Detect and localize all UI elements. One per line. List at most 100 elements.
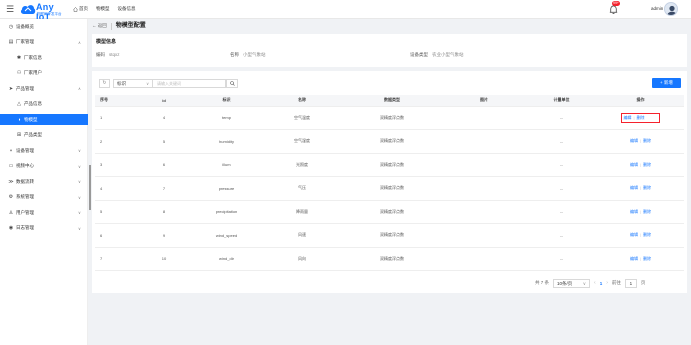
cell-image <box>442 223 526 248</box>
cell-unit: -- <box>526 247 597 271</box>
cell-data-type: 双精度浮点数 <box>342 106 442 130</box>
col-header-image: 图片 <box>442 95 526 107</box>
sidebar-item[interactable]: ◷ 设备概览 <box>0 21 88 32</box>
cell-image <box>442 106 526 130</box>
cell-name: 光照度 <box>262 153 342 177</box>
add-button[interactable]: + 新增 <box>652 78 681 88</box>
cell-image <box>442 200 526 224</box>
top-nav-home[interactable]: 首页 <box>73 5 88 13</box>
sidebar-item-label: 日志管理 <box>16 225 34 230</box>
edit-button[interactable]: 编辑 <box>630 162 638 167</box>
cell-unit: -- <box>526 106 597 130</box>
cell-unit: -- <box>526 176 597 201</box>
cell-image <box>442 153 526 177</box>
top-nav: 首页 物模型 设备信息 <box>73 5 136 13</box>
page-number-current[interactable]: 1 <box>600 281 603 286</box>
sidebar-item-label: 用户管理 <box>16 209 34 215</box>
sidebar-item[interactable]: ⊞ 产品类型 <box>0 130 88 141</box>
search-field-select[interactable]: 标识 ∨ <box>113 79 153 88</box>
cell-index: 6 <box>95 223 137 248</box>
sidebar-item[interactable]: ▭ 视频中心 ∨ <box>0 161 88 172</box>
cell-identifier: precipitation <box>191 200 262 224</box>
cell-id: 8 <box>137 200 191 224</box>
sidebar-item[interactable]: ◑ 物模型 <box>0 114 88 125</box>
cell-index: 7 <box>95 247 137 271</box>
chevron-down-icon: ∨ <box>582 280 587 286</box>
sidebar-item-label: 厂家管理 <box>16 39 34 44</box>
row-actions: 编辑 | 删除 <box>630 162 651 167</box>
action-divider: | <box>639 185 642 191</box>
table-row: 6 9 wind_speed 风速 双精度浮点数 -- 编辑 | 删除 <box>95 223 684 248</box>
delete-button[interactable]: 删除 <box>643 185 651 190</box>
goto-page-input[interactable]: 1 <box>624 278 637 288</box>
table-row: 3 6 illum 光照度 双精度浮点数 -- 编辑 | 删除 <box>95 153 684 177</box>
search-button[interactable] <box>226 79 238 88</box>
highlight-box: 编辑 | 删除 <box>621 112 660 123</box>
table-row: 2 5 humidity 空气湿度 双精度浮点数 -- 编辑 | 删除 <box>95 129 684 154</box>
edit-button[interactable]: 编辑 <box>630 232 638 237</box>
next-page-button[interactable]: › <box>606 280 608 286</box>
cell-actions: 编辑 | 删除 <box>597 129 684 154</box>
cell-data-type: 双精度浮点数 <box>342 200 442 224</box>
factory-icon: ▤ <box>8 39 14 45</box>
sidebar-item[interactable]: ✱ 厂家信息 <box>0 52 88 63</box>
name-value: 小型气象站 <box>243 52 266 57</box>
menu-toggle-icon[interactable]: ☰ <box>6 4 14 14</box>
edit-button[interactable]: 编辑 <box>630 256 638 261</box>
sidebar-item[interactable]: ⚙ 系统管理 ∨ <box>0 192 88 203</box>
delete-button[interactable]: 删除 <box>643 232 651 237</box>
delete-button[interactable]: 删除 <box>637 115 645 120</box>
refresh-button[interactable]: ↻ <box>99 79 110 88</box>
user-icon: ⚇ <box>16 70 22 76</box>
goto-label: 前往 <box>611 280 621 285</box>
col-header-unit: 计量单位 <box>526 95 597 107</box>
delete-button[interactable]: 删除 <box>643 138 651 143</box>
triangle-icon: △ <box>17 101 21 107</box>
cell-unit: -- <box>526 200 597 224</box>
sidebar-scrollbar[interactable] <box>89 165 91 210</box>
sidebar-item-label: 物模型 <box>24 116 38 122</box>
sidebar-item[interactable]: ➤ 产品管理 ∧ <box>0 83 88 94</box>
top-nav-device-info[interactable]: 设备信息 <box>118 5 136 13</box>
refresh-icon: ↻ <box>102 80 107 86</box>
top-nav-model[interactable]: 物模型 <box>96 5 110 13</box>
sidebar-item[interactable]: ♙ 用户管理 ∨ <box>0 207 88 218</box>
page-size-select[interactable]: 10条/页 ∨ <box>553 278 591 288</box>
dashboard-icon: ◷ <box>8 23 14 30</box>
sidebar-item-label: 设备管理 <box>16 147 34 153</box>
edit-button[interactable]: 编辑 <box>630 209 638 214</box>
cloud-logo-icon <box>20 5 36 14</box>
cell-actions: 编辑 | 删除 <box>597 153 684 177</box>
edit-button[interactable]: 编辑 <box>630 138 638 143</box>
search-icon <box>229 81 235 86</box>
chevron-icon: ∨ <box>78 148 81 153</box>
action-divider: | <box>633 114 635 120</box>
search-input[interactable]: 请输入关键词 <box>153 79 226 88</box>
col-header-identifier: 标识 <box>191 95 262 107</box>
sidebar-item[interactable]: △ 产品信息 <box>0 99 88 110</box>
edit-button[interactable]: 编辑 <box>630 185 638 190</box>
delete-button[interactable]: 删除 <box>643 209 651 214</box>
code-label: 编码 <box>96 52 105 57</box>
username[interactable]: admin <box>651 6 663 11</box>
sidebar-item[interactable]: ◉ 日志管理 ∨ <box>0 223 88 234</box>
cell-image <box>442 129 526 154</box>
cell-data-type: 双精度浮点数 <box>342 176 442 201</box>
delete-button[interactable]: 删除 <box>643 256 651 261</box>
delete-button[interactable]: 删除 <box>643 162 651 167</box>
sidebar-item[interactable]: ⑂ 设备管理 ∨ <box>0 145 88 156</box>
back-link[interactable]: ← 返回 <box>92 22 107 30</box>
sidebar-item[interactable]: ⚇ 厂家用户 <box>0 68 88 79</box>
col-header-id: id <box>137 95 191 107</box>
cell-unit: -- <box>526 153 597 177</box>
prev-page-button[interactable]: ‹ <box>594 280 596 286</box>
table-header-row: 序号 id 标识 名称 数据类型 图片 计量单位 操作 <box>95 95 684 107</box>
sidebar-item[interactable]: ▤ 厂家管理 ∧ <box>0 37 88 48</box>
row-actions: 编辑 | 删除 <box>630 232 651 237</box>
chevron-icon: ∨ <box>78 194 81 200</box>
send-icon: ➤ <box>8 85 14 92</box>
sidebar-item[interactable]: ≫ 数据流转 ∨ <box>0 176 88 187</box>
avatar[interactable] <box>664 2 678 16</box>
edit-button[interactable]: 编辑 <box>623 115 631 120</box>
cell-name: 气压 <box>262 176 342 201</box>
